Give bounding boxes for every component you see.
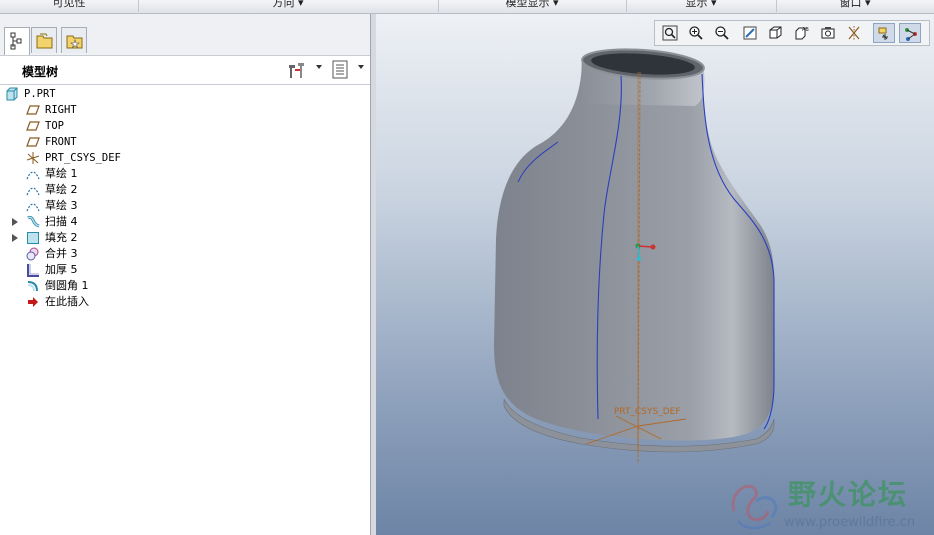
tree-item-label: 加厚 5 [45,263,78,276]
navigator-tabs [0,14,370,56]
merge-icon [26,247,39,261]
tree-item-label: RIGHT [45,104,77,116]
datum-plane-icon [26,137,40,147]
tree-item-thicken-5[interactable]: 加厚 5 [0,262,370,278]
tree-item-top-plane[interactable]: TOP [0,118,370,134]
tree-item-sketch-3[interactable]: 草绘 3 [0,198,370,214]
tree-item-front-plane[interactable]: FRONT [0,134,370,150]
folder-browser-tab-icon [36,33,53,49]
tree-item-label: 在此插入 [45,295,89,308]
model-tree-header: 模型树 [0,56,370,85]
tree-item-label: 合并 3 [45,247,78,260]
watermark-url: www.proewildfire.cn [784,515,915,530]
columns-list-icon [332,60,348,79]
sketch-icon [26,203,40,212]
favorites-tab[interactable] [61,27,87,53]
tree-item-label: PRT_CSYS_DEF [45,152,121,164]
tools-icon [289,63,304,78]
tree-item-label: TOP [45,120,64,132]
menu-visibility[interactable]: 可见性 [0,0,139,12]
tree-item-label: 扫描 4 [45,215,78,228]
watermark-title: 野火论坛 [788,478,909,511]
flame-logo-icon [731,484,778,530]
folder-browser-tab[interactable] [31,27,57,53]
csys-label: PRT_CSYS_DEF [614,407,681,417]
datum-plane-icon [26,105,40,115]
sketch-icon [26,171,40,180]
expand-arrow-icon[interactable] [12,234,18,242]
tree-item-label: FRONT [45,136,77,148]
tree-item-label: P.PRT [24,88,56,100]
model-tree-tab[interactable] [4,27,30,55]
tree-columns-dropdown-icon[interactable] [358,65,364,69]
tree-item-right-plane[interactable]: RIGHT [0,102,370,118]
menu-bar: 可见性 方向 ▾ 模型显示 ▾ 显示 ▾ 窗口 ▾ [0,0,934,14]
tree-item-merge-3[interactable]: 合并 3 [0,246,370,262]
tree-item-label: 填充 2 [45,231,78,244]
csys-icon [26,152,40,164]
menu-display[interactable]: 显示 ▾ [626,0,777,12]
model-tree-tab-icon [10,32,22,50]
part-icon [6,87,18,101]
tree-settings-button[interactable] [286,59,308,81]
menu-model-display[interactable]: 模型显示 ▾ [438,0,627,12]
tree-item-sketch-1[interactable]: 草绘 1 [0,166,370,182]
forum-watermark: 野火论坛 www.proewildfire.cn [726,469,934,535]
round-icon [27,281,38,292]
thicken-icon [27,264,39,277]
tree-item-label: 草绘 2 [45,183,78,196]
fill-icon [27,232,39,244]
datum-plane-icon [26,121,40,131]
favorites-tab-icon [66,35,83,49]
tree-item-csys[interactable]: PRT_CSYS_DEF [0,150,370,166]
tree-item-sweep-4[interactable]: 扫描 4 [0,214,370,230]
graphics-viewport[interactable]: AB PRT_CSYS_DEF 野火论坛 www.proewildfire.cn [376,14,934,535]
tree-item-sketch-2[interactable]: 草绘 2 [0,182,370,198]
tree-item-label: 倒圆角 1 [45,279,89,292]
navigator-panel: 模型树 P.PRT RIGHT TOP FRONT PRT_CSYS_DEF 草… [0,14,371,535]
tree-item-part[interactable]: P.PRT [0,86,370,102]
sketch-icon [26,187,40,196]
tree-item-label: 草绘 3 [45,199,78,212]
tree-item-insert-here[interactable]: 在此插入 [0,294,370,310]
insert-here-arrow-icon [28,297,38,307]
tree-item-label: 草绘 1 [45,167,78,180]
tree-settings-dropdown-icon[interactable] [316,65,322,69]
tree-item-fill-2[interactable]: 填充 2 [0,230,370,246]
sweep-icon [27,215,40,228]
model-tree-title: 模型树 [22,65,59,79]
tree-item-round-1[interactable]: 倒圆角 1 [0,278,370,294]
expand-arrow-icon[interactable] [12,218,18,226]
bottle-model[interactable] [376,14,934,535]
tree-columns-button[interactable] [330,59,352,81]
menu-orientation[interactable]: 方向 ▾ [138,0,439,12]
menu-window[interactable]: 窗口 ▾ [776,0,934,12]
